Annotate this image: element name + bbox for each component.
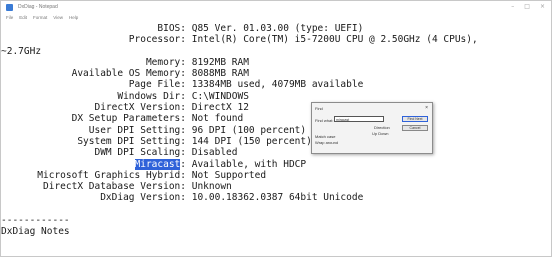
line-key: BIOS: (157, 23, 186, 34)
text-editor-area[interactable]: BIOS: Q85 Ver. 01.03.00 (type: UEFI) Proc… (1, 23, 551, 256)
line-value: 8088MB RAM (186, 68, 249, 80)
text-line: BIOS: Q85 Ver. 01.03.00 (type: UEFI) (1, 23, 551, 34)
text-line: Available OS Memory: 8088MB RAM (1, 68, 551, 79)
line-value: 96 DPI (100 percent) (186, 124, 307, 136)
line-key: Page File: (128, 79, 186, 91)
text-line: Miracast: Available, with HDCP (1, 158, 551, 170)
line-value: 10.00.18362.0387 64bit Unicode (186, 192, 364, 204)
line-key: Available OS Memory: (71, 68, 186, 80)
text-line: Windows Dir: C:\WINDOWS (1, 91, 551, 102)
menu-format[interactable]: Format (33, 15, 47, 20)
text-line: DirectX Database Version: Unknown (1, 181, 551, 192)
find-what-label: Find what: (315, 118, 334, 123)
text-line (1, 204, 551, 215)
line-key: Miracast: (134, 158, 186, 170)
find-dialog-title: Find (315, 106, 323, 111)
line-value: 8192MB RAM (186, 56, 249, 68)
line-value: Available, with HDCP (186, 158, 307, 170)
find-what-input[interactable]: miracast (334, 116, 384, 122)
text-line: DirectX Version: DirectX 12 (1, 102, 551, 113)
window-title: DxDiag - Notepad (18, 4, 58, 10)
text-line: DxDiag Notes (1, 226, 551, 237)
text-line: ------------ (1, 215, 551, 226)
menu-bar: File Edit Format View Help (1, 13, 551, 22)
line-key: Processor: (128, 34, 186, 46)
line-text: DxDiag Notes (1, 226, 70, 238)
line-value: Q85 Ver. 01.03.00 (type: UEFI) (186, 23, 364, 34)
text-line: Memory: 8192MB RAM (1, 57, 551, 68)
match-case-checkbox[interactable]: Match case (315, 134, 335, 139)
line-value: Intel(R) Core(TM) i5-7200U CPU @ 2.50GHz… (186, 34, 478, 46)
line-text: ------------ (1, 215, 70, 227)
wrap-around-checkbox[interactable]: Wrap around (315, 140, 338, 145)
text-line: Processor: Intel(R) Core(TM) i5-7200U CP… (1, 34, 551, 45)
line-value: Unknown (186, 181, 232, 193)
line-key: DirectX Version: (94, 102, 186, 114)
direction-label: Direction (374, 125, 390, 130)
window-controls: – □ × (511, 3, 545, 10)
close-icon[interactable]: × (540, 3, 545, 10)
line-value: 144 DPI (150 percent) (186, 135, 312, 147)
find-next-button[interactable]: Find Next (402, 116, 428, 122)
find-dialog: Find × Find what: miracast Find Next Can… (311, 102, 433, 154)
line-value: C:\WINDOWS (186, 90, 249, 102)
text-line: DWM DPI Scaling: Disabled (1, 147, 551, 158)
line-key: DirectX Database Version: (43, 181, 186, 193)
menu-edit[interactable]: Edit (19, 15, 27, 20)
line-value: DirectX 12 (186, 102, 249, 114)
menu-view[interactable]: View (53, 15, 63, 20)
line-key: System DPI Setting: (77, 135, 186, 147)
find-close-icon[interactable]: × (425, 105, 428, 111)
text-line: DxDiag Version: 10.00.18362.0387 64bit U… (1, 192, 551, 203)
text-line: User DPI Setting: 96 DPI (100 percent) (1, 125, 551, 136)
line-key: DWM DPI Scaling: (94, 147, 186, 159)
cancel-button[interactable]: Cancel (402, 125, 428, 131)
line-key: Windows Dir: (117, 90, 186, 102)
search-highlight: Miracast (134, 158, 181, 170)
line-key: DX Setup Parameters: (71, 113, 186, 125)
line-value: Not found (186, 113, 244, 125)
menu-help[interactable]: Help (69, 15, 78, 20)
notepad-window: DxDiag - Notepad – □ × File Edit Format … (0, 0, 552, 257)
line-value: Disabled (186, 147, 238, 159)
text-line: System DPI Setting: 144 DPI (150 percent… (1, 136, 551, 147)
line-value: Not Supported (186, 169, 267, 181)
menu-file[interactable]: File (6, 15, 13, 20)
minimize-icon[interactable]: – (511, 3, 514, 10)
line-value: 13384MB used, 4079MB available (186, 79, 364, 91)
title-bar: DxDiag - Notepad – □ × (1, 1, 551, 13)
text-line: Microsoft Graphics Hybrid: Not Supported (1, 170, 551, 181)
text-line: ~2.7GHz (1, 46, 551, 57)
line-key: User DPI Setting: (88, 124, 186, 136)
line-key: Memory: (145, 56, 186, 68)
text-line: Page File: 13384MB used, 4079MB availabl… (1, 79, 551, 90)
line-text: ~2.7GHz (1, 45, 42, 57)
maximize-icon[interactable]: □ (524, 3, 530, 10)
notepad-icon (6, 3, 13, 11)
direction-options[interactable]: Up Down (372, 131, 388, 136)
line-key: Microsoft Graphics Hybrid: (37, 169, 186, 181)
line-key: DxDiag Version: (100, 192, 186, 204)
text-line: DX Setup Parameters: Not found (1, 113, 551, 124)
